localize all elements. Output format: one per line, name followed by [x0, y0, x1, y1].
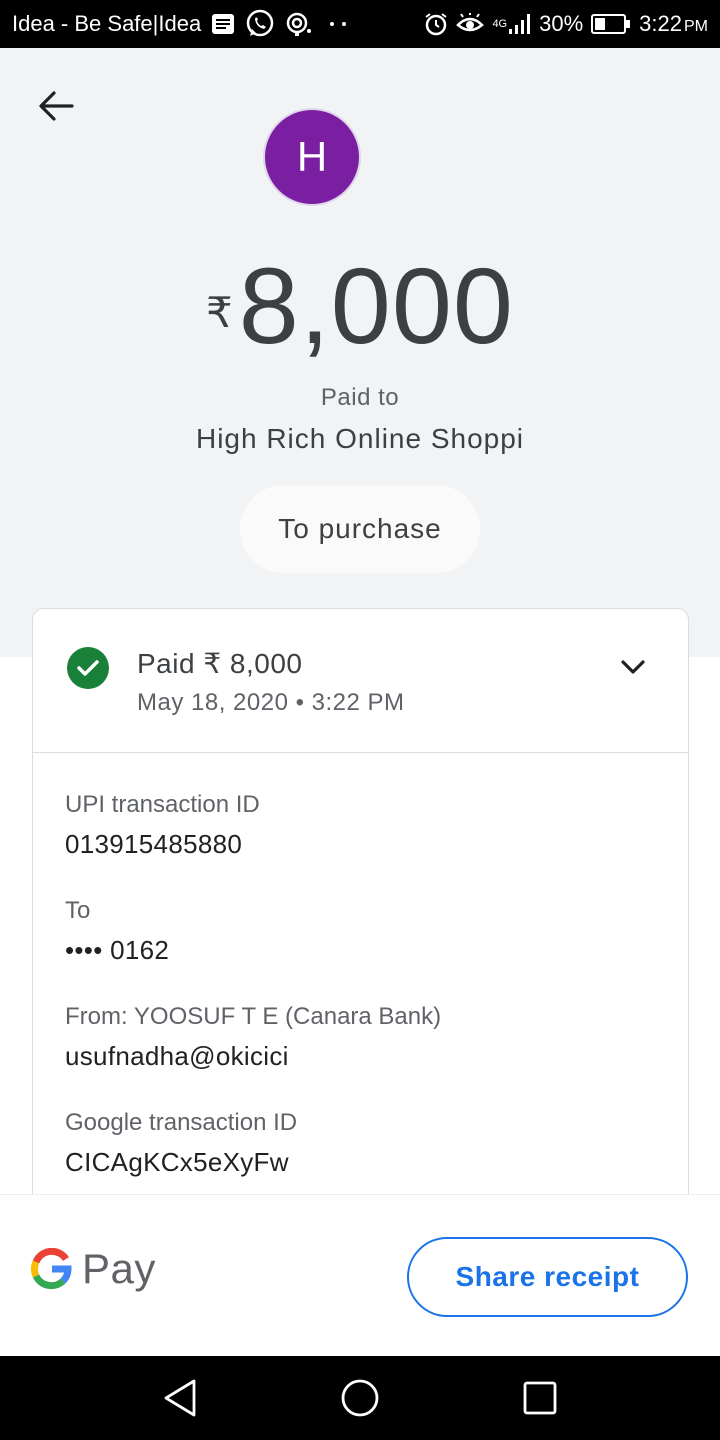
upi-transaction-id: UPI transaction ID 013915485880: [65, 791, 260, 860]
nav-back-icon[interactable]: [158, 1376, 202, 1420]
eye-icon: [456, 13, 485, 35]
avatar: H: [263, 108, 361, 206]
signal-icon: 4G: [492, 13, 531, 35]
whatsapp-icon: [245, 9, 275, 39]
chevron-down-icon[interactable]: [615, 649, 651, 685]
hotspot-icon: [285, 11, 313, 37]
system-nav-bar: [0, 1356, 720, 1440]
clock-time: 3:22: [639, 11, 682, 36]
to-account: To •••• 0162: [65, 897, 169, 966]
payee-name: High Rich Online Shoppi: [195, 423, 525, 454]
google-g-icon: [31, 1248, 72, 1290]
network-type-label: 4G: [492, 18, 508, 30]
back-button[interactable]: [30, 82, 82, 130]
check-circle-icon: [67, 647, 109, 689]
field-value: CICAgKCx5eXyFw: [65, 1147, 289, 1177]
nav-home-icon[interactable]: [338, 1376, 382, 1420]
field-label: UPI transaction ID: [65, 791, 260, 818]
battery-percent: 30%: [539, 11, 584, 36]
clock: 3:22 PM: [639, 11, 708, 37]
payment-datetime: May 18, 2020 • 3:22 PM: [137, 689, 405, 716]
payment-note: To purchase: [240, 485, 480, 573]
field-label: From: YOOSUF T E (Canara Bank): [65, 1003, 442, 1030]
rupee-icon: ₹: [206, 289, 233, 336]
google-transaction-id: Google transaction ID CICAgKCx5eXyFw: [65, 1109, 297, 1178]
gpay-brand-text: Pay: [82, 1245, 156, 1292]
field-label: Google transaction ID: [65, 1109, 298, 1136]
bottom-action-bar: Pay Share receipt: [0, 1194, 720, 1356]
arrow-back-icon: [39, 91, 74, 121]
clock-ampm: PM: [684, 18, 708, 35]
from-account: From: YOOSUF T E (Canara Bank) usufnadha…: [65, 1003, 441, 1072]
more-notifications-icon: [323, 19, 353, 29]
field-value: •••• 0162: [65, 935, 170, 965]
battery-icon: [591, 13, 631, 35]
carrier-label: Idea - Be Safe|Idea: [12, 11, 202, 36]
field-value: usufnadha@okicici: [65, 1041, 289, 1071]
field-value: 013915485880: [65, 829, 243, 859]
gpay-logo: Pay: [30, 1245, 156, 1293]
payment-status: Paid ₹ 8,000: [137, 648, 303, 679]
share-receipt-button[interactable]: Share receipt: [407, 1237, 688, 1317]
transaction-details-card: Paid ₹ 8,000 May 18, 2020 • 3:22 PM UPI …: [32, 608, 689, 1228]
field-label: To: [65, 897, 91, 924]
amount-value: 8,000: [238, 245, 514, 366]
alarm-icon: [424, 12, 448, 36]
transaction-summary[interactable]: Paid ₹ 8,000 May 18, 2020 • 3:22 PM: [33, 609, 688, 753]
status-bar: Idea - Be Safe|Idea 4G 30% 3:22 PM: [0, 0, 720, 48]
paid-to-label: Paid to: [320, 384, 400, 411]
amount-display: ₹ 8,000: [0, 250, 720, 362]
message-icon: [211, 13, 235, 35]
nav-recents-icon[interactable]: [518, 1376, 562, 1420]
